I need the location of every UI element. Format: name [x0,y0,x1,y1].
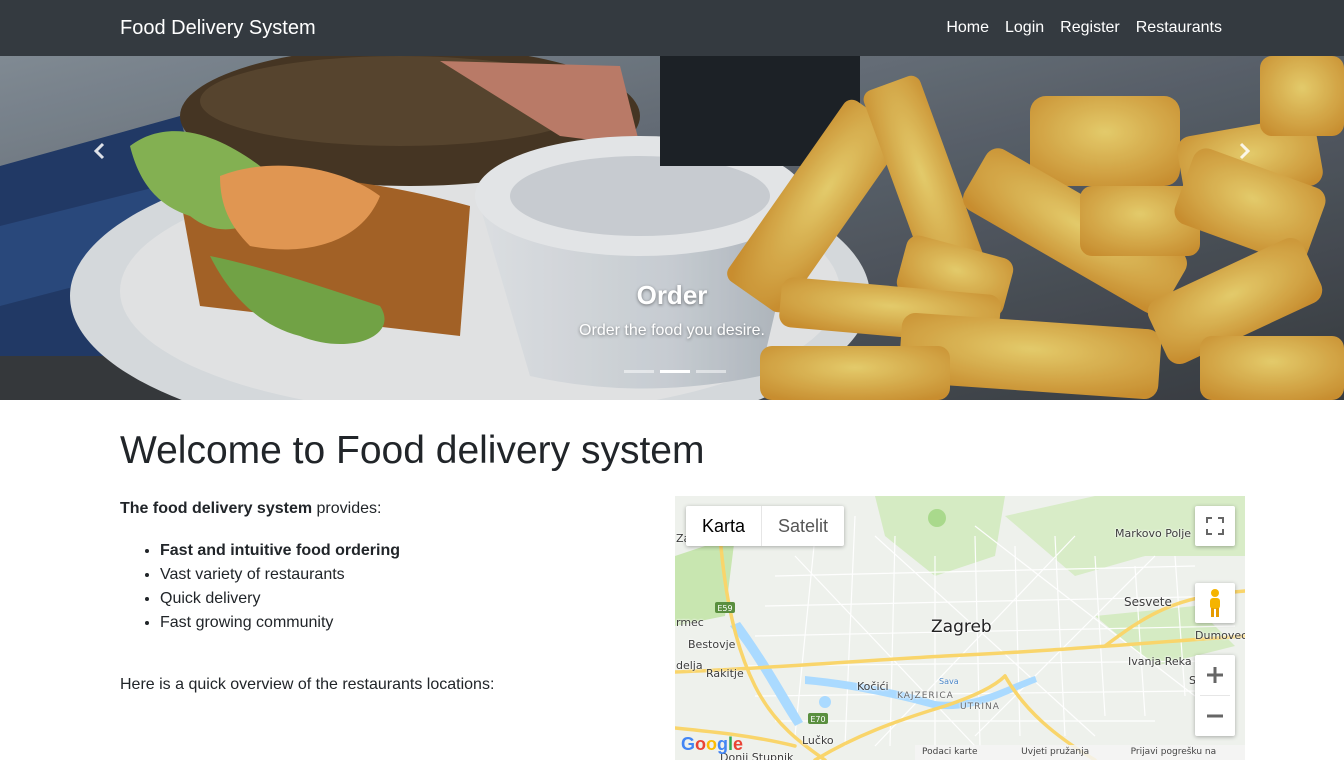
map-label-utrina: UTRINA [960,702,1000,712]
feature-list: Fast and intuitive food ordering Vast va… [160,539,400,635]
navbar: Food Delivery System Home Login Register… [0,0,1344,56]
map-label-ivanja-reka: Ivanja Reka [1128,655,1192,668]
google-logo-o1: o [695,734,707,754]
list-item: Quick delivery [160,587,400,611]
map-type-control: Karta Satelit [686,506,845,546]
carousel-indicator-2[interactable] [660,370,690,373]
map-label-markovo-polje: Markovo Polje [1115,527,1192,540]
chevron-right-icon [1239,142,1251,160]
carousel-indicators [624,370,726,373]
zoom-in-button[interactable] [1195,655,1235,695]
map-type-satelit-button[interactable]: Satelit [762,506,844,546]
google-logo-e: e [733,734,744,754]
nav-link-register[interactable]: Register [1060,17,1120,39]
map-type-karta-button[interactable]: Karta [686,506,763,546]
map-label-sesvete: Sesvete [1124,595,1172,609]
map-data-credit: Podaci karte ©2019 [922,747,978,757]
page-title: Welcome to Food delivery system [120,429,705,472]
carousel-indicator-3[interactable] [696,370,726,373]
carousel-prev-button[interactable] [0,56,200,246]
map-label-bestovje: Bestovje [688,638,736,651]
map-label-kocici: Kočići [857,680,889,693]
intro-rest: provides: [312,500,382,517]
map-attribution: Podaci karte ©2019 Uvjeti pružanja uslug… [915,745,1245,760]
map-label-rakitje: Rakitje [706,667,744,680]
fullscreen-button[interactable] [1195,506,1235,546]
carousel-caption-title: Order [636,280,708,310]
map-label-dumovec: Dumovec [1195,629,1245,642]
overview-text: Here is a quick overview of the restaura… [120,676,495,693]
map-label-zagreb: Zagreb [931,617,992,637]
zoom-out-icon [1207,714,1223,718]
list-item: Vast variety of restaurants [160,563,400,587]
carousel-next-button[interactable] [1144,56,1344,246]
restaurants-map[interactable]: E59 E70 Zagreb Markovo Polje Sesvete Dum… [675,496,1245,760]
zoom-in-icon [1207,667,1223,683]
zoom-control [1195,655,1235,736]
list-item: Fast and intuitive food ordering [160,539,400,563]
road-badge-e59-label: E59 [717,604,732,613]
map-label-partial-delja: delja [676,659,703,672]
hero-carousel: Order Order the food you desire. [0,56,1344,400]
map-label-kajzerica: KAJZERICA [897,691,954,701]
map-label-lucko: Lučko [802,734,834,747]
intro-text: The food delivery system provides: [120,499,381,519]
zoom-out-button[interactable] [1195,696,1235,736]
map-label-partial-rmec: rmec [676,616,704,629]
map-label-sava: Sava [939,677,959,686]
street-view-button[interactable] [1195,583,1235,623]
map-report-link[interactable]: Prijavi pogrešku na karti [1131,745,1238,760]
carousel-caption-text: Order the food you desire. [579,322,765,339]
list-item: Fast growing community [160,611,400,635]
chevron-left-icon [93,142,105,160]
google-logo-g2: g [717,734,729,754]
google-logo-o2: o [706,734,718,754]
fullscreen-icon [1206,517,1224,535]
hero-food-image [0,56,1344,400]
navbar-brand[interactable]: Food Delivery System [120,16,316,40]
intro-bold: The food delivery system [120,500,313,517]
road-badge-e70-label: E70 [810,715,825,724]
map-terms-link[interactable]: Uvjeti pružanja usluge [1021,745,1120,760]
nav-link-restaurants[interactable]: Restaurants [1136,17,1222,39]
pegman-icon [1210,589,1220,617]
nav-links: Home Login Register Restaurants [946,17,1222,39]
carousel-indicator-1[interactable] [624,370,654,373]
nav-link-home[interactable]: Home [946,17,989,39]
nav-link-login[interactable]: Login [1005,17,1044,39]
google-logo[interactable]: Google [681,734,743,755]
google-logo-g: G [681,734,696,754]
